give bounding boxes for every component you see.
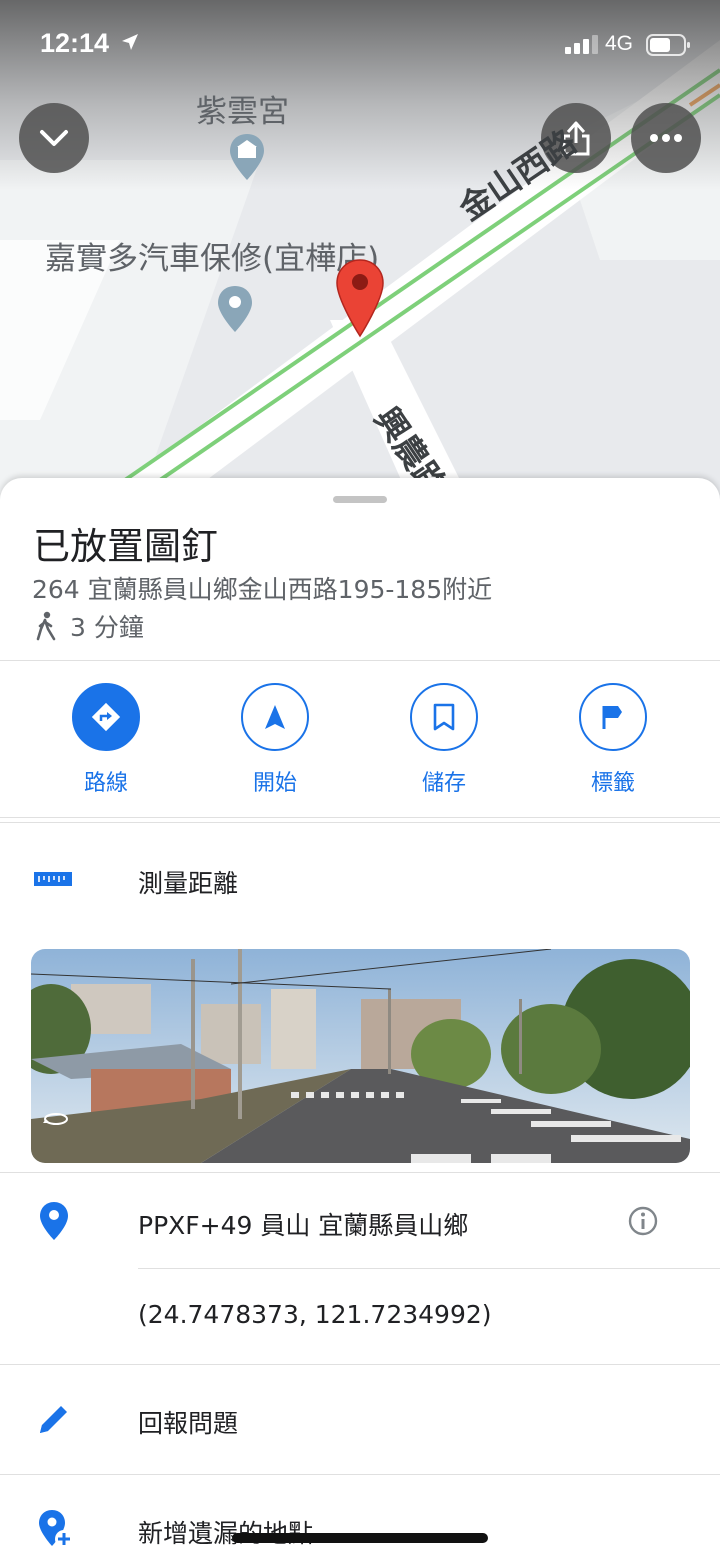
start-button[interactable]: 開始: [220, 683, 330, 797]
report-problem-label: 回報問題: [138, 1409, 239, 1438]
directions-circle: [72, 683, 140, 751]
save-button[interactable]: 儲存: [389, 683, 499, 797]
more-icon: [650, 134, 682, 142]
location-pin-icon: [40, 1202, 68, 1240]
divider: [138, 1268, 720, 1269]
status-time: 12:14: [40, 28, 110, 58]
location-arrow-icon: [122, 34, 138, 50]
battery-icon: [646, 34, 690, 56]
label-button[interactable]: 標籤: [558, 683, 668, 797]
dropped-pin-icon[interactable]: [335, 258, 385, 338]
walk-time-text: 3 分鐘: [70, 613, 144, 642]
start-label: 開始: [252, 771, 297, 796]
collapse-button[interactable]: [19, 103, 89, 173]
label-label: 標籤: [590, 771, 635, 796]
place-title: 已放置圖釘: [33, 525, 218, 568]
drag-handle[interactable]: [333, 496, 387, 503]
walking-icon: [36, 611, 56, 641]
measure-distance-row[interactable]: 測量距離: [0, 838, 720, 924]
street-view-thumbnail[interactable]: [31, 949, 690, 1163]
directions-icon: [91, 702, 121, 732]
chevron-down-icon: [40, 130, 68, 146]
home-indicator[interactable]: [232, 1533, 488, 1543]
save-circle: [410, 683, 478, 751]
coordinates-row[interactable]: (24.7478373, 121.7234992): [0, 1270, 720, 1362]
save-label: 儲存: [421, 771, 466, 796]
navigation-icon: [265, 705, 285, 729]
more-options-button[interactable]: [631, 103, 701, 173]
map-view[interactable]: 12:14 4G 紫雲宮 嘉實多汽車保修(宜樺店) 金山西路 興農路: [0, 0, 720, 500]
place-address: 264 宜蘭縣員山鄉金山西路195-185附近: [32, 575, 493, 604]
flag-icon: [602, 706, 622, 729]
network-type: 4G: [605, 32, 634, 55]
map-label-temple: 紫雲宮: [196, 94, 289, 130]
plus-code-row[interactable]: PPXF+49 員山 宜蘭縣員山鄉: [0, 1178, 720, 1268]
shop-place-icon[interactable]: [216, 284, 254, 334]
divider: [0, 660, 720, 661]
divider: [0, 1364, 720, 1365]
directions-button[interactable]: 路線: [51, 683, 161, 797]
status-bar: 12:14 4G: [0, 0, 720, 88]
label-circle: [579, 683, 647, 751]
action-bar: 路線 開始 儲存 標籤: [0, 683, 720, 813]
divider: [0, 822, 720, 823]
pencil-icon: [40, 1406, 67, 1433]
street-view-360-icon: [43, 1113, 68, 1125]
report-problem-row[interactable]: 回報問題: [0, 1366, 720, 1472]
divider: [0, 1474, 720, 1475]
coordinates-text: (24.7478373, 121.7234992): [138, 1300, 492, 1329]
divider: [0, 1172, 720, 1173]
add-missing-place-row[interactable]: 新增遺漏的地點: [0, 1476, 720, 1559]
street-view-image: [31, 949, 690, 1163]
plus-code-text: PPXF+49 員山 宜蘭縣員山鄉: [138, 1211, 469, 1240]
signal-icon: [565, 35, 598, 54]
divider: [0, 817, 720, 818]
temple-place-icon[interactable]: [228, 132, 266, 182]
place-sheet: 已放置圖釘 264 宜蘭縣員山鄉金山西路195-185附近 3 分鐘 路線 開始…: [0, 478, 720, 1559]
add-place-icon: [39, 1510, 73, 1548]
measure-distance-label: 測量距離: [138, 869, 239, 898]
info-icon[interactable]: [627, 1205, 659, 1237]
bookmark-icon: [433, 703, 455, 731]
walk-time: 3 分鐘: [32, 608, 144, 644]
start-circle: [241, 683, 309, 751]
map-label-shop: 嘉實多汽車保修(宜樺店): [45, 241, 380, 277]
ruler-icon: [34, 872, 72, 886]
add-missing-place-label: 新增遺漏的地點: [138, 1519, 314, 1548]
directions-label: 路線: [83, 771, 128, 796]
